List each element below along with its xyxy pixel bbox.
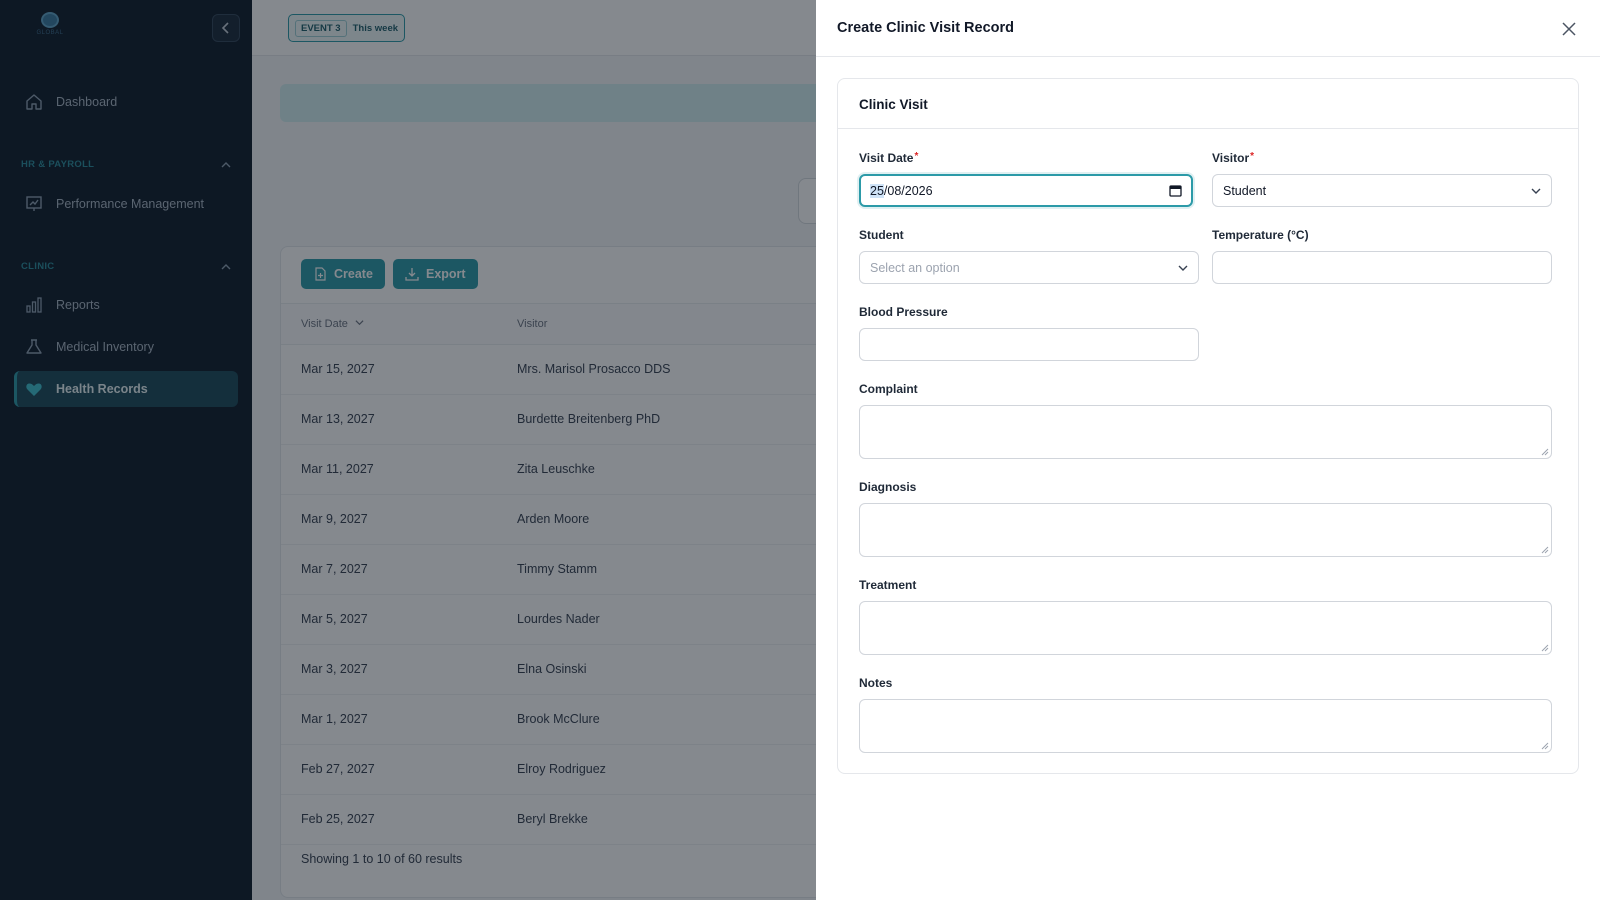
- close-icon: [1562, 22, 1576, 36]
- create-record-panel: Create Clinic Visit Record Clinic Visit …: [816, 0, 1600, 900]
- notes-label: Notes: [859, 676, 893, 690]
- visitor-value: Student: [1223, 183, 1267, 198]
- clinic-visit-form: Clinic Visit Visit Date* 25/08/2026 Visi…: [837, 78, 1579, 774]
- blood-pressure-label: Blood Pressure: [859, 305, 948, 319]
- complaint-textarea[interactable]: [859, 405, 1552, 459]
- visitor-label: Visitor*: [1212, 151, 1255, 165]
- required-mark: *: [1250, 151, 1255, 162]
- temperature-label: Temperature (°C): [1212, 228, 1309, 242]
- date-year-segment[interactable]: 2026: [905, 184, 933, 198]
- close-button[interactable]: [1558, 18, 1580, 40]
- resize-handle-icon[interactable]: [1541, 742, 1549, 750]
- panel-header: Create Clinic Visit Record: [816, 0, 1600, 57]
- resize-handle-icon[interactable]: [1541, 546, 1549, 554]
- treatment-textarea[interactable]: [859, 601, 1552, 655]
- required-mark: *: [914, 151, 919, 162]
- section-title: Clinic Visit: [859, 97, 928, 112]
- student-label: Student: [859, 228, 904, 242]
- diagnosis-label: Diagnosis: [859, 480, 917, 494]
- visit-date-input[interactable]: 25/08/2026: [859, 174, 1193, 207]
- calendar-icon[interactable]: [1169, 184, 1182, 197]
- panel-title: Create Clinic Visit Record: [837, 20, 1015, 36]
- date-month-segment[interactable]: 08: [887, 184, 901, 198]
- chevron-down-icon: [1531, 188, 1541, 194]
- notes-textarea[interactable]: [859, 699, 1552, 753]
- resize-handle-icon[interactable]: [1541, 644, 1549, 652]
- temperature-input[interactable]: [1212, 251, 1552, 284]
- form-section-header: Clinic Visit: [838, 79, 1578, 129]
- treatment-label: Treatment: [859, 578, 917, 592]
- resize-handle-icon[interactable]: [1541, 448, 1549, 456]
- visitor-select[interactable]: Student: [1212, 174, 1552, 207]
- complaint-label: Complaint: [859, 382, 918, 396]
- diagnosis-textarea[interactable]: [859, 503, 1552, 557]
- date-day-segment[interactable]: 25: [870, 183, 884, 198]
- student-select[interactable]: Select an option: [859, 251, 1199, 284]
- student-placeholder: Select an option: [870, 260, 960, 275]
- blood-pressure-input[interactable]: [859, 328, 1199, 361]
- chevron-down-icon: [1178, 265, 1188, 271]
- visit-date-label: Visit Date*: [859, 151, 919, 165]
